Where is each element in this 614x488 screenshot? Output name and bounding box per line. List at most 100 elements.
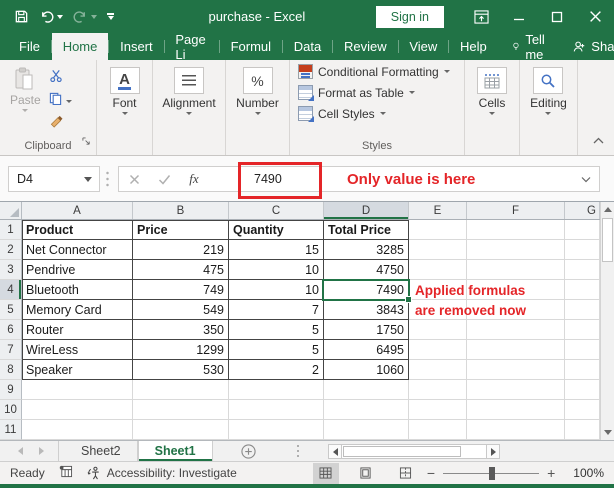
cell-G6[interactable] [565,320,600,340]
cell-C7[interactable]: 5 [229,340,324,360]
cell-D4[interactable]: 7490 [324,280,409,300]
cell-A8[interactable]: Speaker [22,360,133,380]
row-header-2[interactable]: 2 [0,240,22,260]
sheet-tab-sheet1[interactable]: Sheet1 [137,441,213,461]
styles-item-2[interactable]: Cell Styles [298,104,450,123]
cell-E9[interactable] [409,380,467,400]
page-break-view-button[interactable] [393,463,419,484]
tab-home[interactable]: Home [51,33,109,60]
cell-F8[interactable] [467,360,565,380]
cell-C5[interactable]: 7 [229,300,324,320]
cell-C6[interactable]: 5 [229,320,324,340]
cell-B9[interactable] [133,380,229,400]
tell-me-button[interactable]: Tell me [504,32,558,62]
expand-formula-bar-icon[interactable] [581,170,599,188]
undo-button[interactable] [39,9,63,24]
cell-B3[interactable]: 475 [133,260,229,280]
cell-B5[interactable]: 549 [133,300,229,320]
cell-B7[interactable]: 1299 [133,340,229,360]
save-icon[interactable] [14,9,29,24]
zoom-level[interactable]: 100% [563,466,604,480]
cell-D5[interactable]: 3843 [324,300,409,320]
previous-sheet-icon[interactable] [18,447,23,455]
cell-D3[interactable]: 4750 [324,260,409,280]
sheet-tab-sheet2[interactable]: Sheet2 [65,441,138,461]
cell-B10[interactable] [133,400,229,420]
page-layout-view-button[interactable] [353,463,379,484]
cell-D11[interactable] [324,420,409,440]
cell-F6[interactable] [467,320,565,340]
sign-in-button[interactable]: Sign in [375,5,444,28]
zoom-slider[interactable] [443,466,540,480]
cell-B4[interactable]: 749 [133,280,229,300]
cell-A10[interactable] [22,400,133,420]
zoom-slider-handle[interactable] [489,466,496,480]
cell-C9[interactable] [229,380,324,400]
zoom-in-button[interactable]: + [539,465,563,481]
copy-chevron-icon[interactable] [65,99,72,103]
cell-E7[interactable] [409,340,467,360]
cell-A11[interactable] [22,420,133,440]
cell-G9[interactable] [565,380,600,400]
cell-B11[interactable] [133,420,229,440]
col-header-F[interactable]: F [467,202,565,219]
insert-function-icon[interactable]: fx [179,171,209,187]
cell-E3[interactable] [409,260,467,280]
cell-C10[interactable] [229,400,324,420]
tab-help[interactable]: Help [449,33,498,60]
tab-page-li[interactable]: Page Li [164,32,218,62]
cell-C11[interactable] [229,420,324,440]
font-button[interactable]: A Font [109,67,140,115]
cell-A2[interactable]: Net Connector [22,240,133,260]
cell-D2[interactable]: 3285 [324,240,409,260]
col-header-A[interactable]: A [22,202,133,219]
col-header-C[interactable]: C [229,202,324,219]
cell-B2[interactable]: 219 [133,240,229,260]
next-sheet-icon[interactable] [39,447,44,455]
cell-C8[interactable]: 2 [229,360,324,380]
name-box-dropdown-icon[interactable] [84,176,92,182]
cell-A6[interactable]: Router [22,320,133,340]
col-header-B[interactable]: B [133,202,229,219]
scroll-down-icon[interactable] [601,425,614,440]
cell-E1[interactable] [409,220,467,240]
cell-A5[interactable]: Memory Card [22,300,133,320]
copy-icon[interactable] [49,92,62,110]
cell-D8[interactable]: 1060 [324,360,409,380]
tab-file[interactable]: File [8,33,51,60]
row-header-6[interactable]: 6 [0,320,22,340]
col-header-E[interactable]: E [409,202,467,219]
cell-G8[interactable] [565,360,600,380]
col-header-D[interactable]: D [324,202,409,219]
minimize-button[interactable] [500,0,538,33]
cell-G7[interactable] [565,340,600,360]
cell-G5[interactable] [565,300,600,320]
row-header-11[interactable]: 11 [0,420,22,440]
cell-D7[interactable]: 6495 [324,340,409,360]
horizontal-scrollbar-thumb[interactable] [343,446,461,457]
tab-data[interactable]: Data [283,33,332,60]
cell-G2[interactable] [565,240,600,260]
cell-C1[interactable]: Quantity [229,220,324,240]
cell-G10[interactable] [565,400,600,420]
accessibility-status[interactable]: Accessibility: Investigate [87,466,237,480]
cell-G1[interactable] [565,220,600,240]
cell-E8[interactable] [409,360,467,380]
col-header-G[interactable]: G [565,202,600,219]
cell-B6[interactable]: 350 [133,320,229,340]
formula-input[interactable]: fx 7490 Only value is here [118,166,600,192]
row-header-5[interactable]: 5 [0,300,22,320]
scroll-right-icon[interactable] [486,444,500,459]
cell-C2[interactable]: 15 [229,240,324,260]
row-header-8[interactable]: 8 [0,360,22,380]
cell-D9[interactable] [324,380,409,400]
clipboard-dialog-launcher-icon[interactable] [82,133,91,151]
zoom-out-button[interactable]: − [419,465,443,481]
cut-icon[interactable] [49,69,72,87]
cell-A9[interactable] [22,380,133,400]
horizontal-scrollbar[interactable] [328,444,500,459]
tab-bar-splitter-icon[interactable] [296,441,300,461]
cell-C3[interactable]: 10 [229,260,324,280]
cell-B8[interactable]: 530 [133,360,229,380]
cell-E6[interactable] [409,320,467,340]
